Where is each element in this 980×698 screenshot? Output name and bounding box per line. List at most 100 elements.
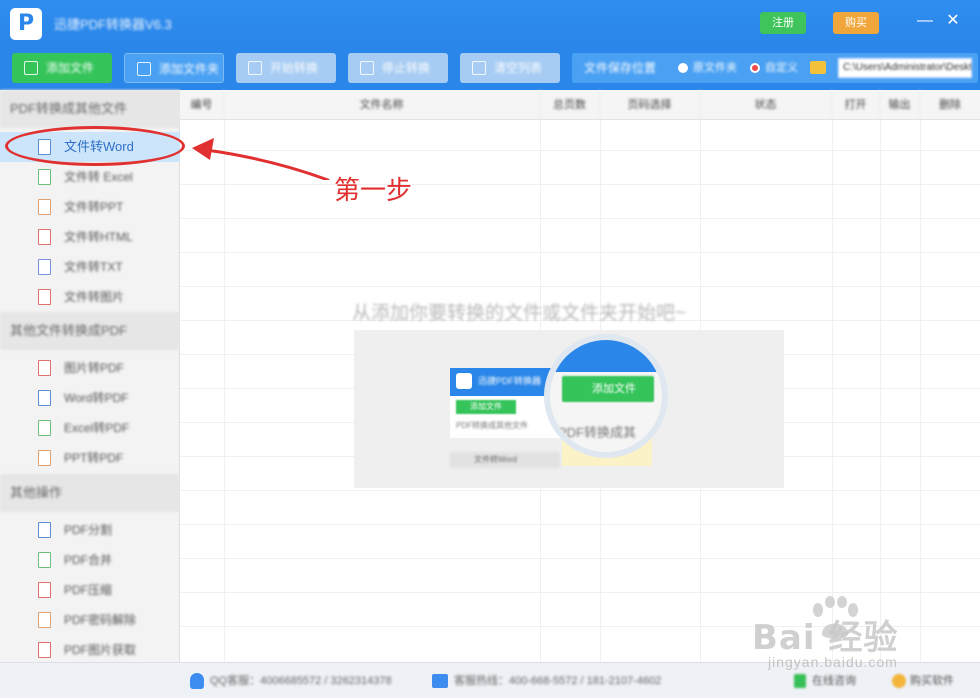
sidebar-item-file-to-html[interactable]: 文件转HTML	[0, 222, 180, 252]
sidebar-item-label: 文件转 Excel	[64, 170, 133, 184]
chat-icon	[794, 674, 806, 688]
column-header-open: 打开	[832, 90, 880, 120]
sidebar-item-label: PDF合并	[64, 553, 113, 567]
sidebar-item-ppt-to-pdf[interactable]: PPT转PDF	[0, 443, 180, 473]
sidebar-item-excel-to-pdf[interactable]: Excel转PDF	[0, 413, 180, 443]
pdf-compress-icon	[38, 582, 51, 598]
online-consult-button[interactable]: 在线咨询	[790, 670, 868, 692]
html-file-icon	[38, 229, 51, 245]
grid-line	[180, 184, 980, 185]
txt-file-icon	[38, 259, 51, 275]
add-folder-button[interactable]: 添加文件夹	[124, 53, 224, 83]
output-location-group: 文件保存位置 原文件夹 自定义 C:\Users\Administrator\D…	[572, 53, 978, 83]
radio-original-folder-label[interactable]: 原文件夹	[693, 53, 737, 83]
stop-icon	[360, 61, 374, 75]
sidebar-item-file-to-ppt[interactable]: 文件转PPT	[0, 192, 180, 222]
add-file-label: 添加文件	[46, 61, 95, 75]
sidebar-item-label: 文件转TXT	[64, 260, 123, 274]
excel-file-icon	[38, 420, 51, 436]
sidebar-item-word-to-pdf[interactable]: Word转PDF	[0, 383, 180, 413]
sidebar-item-pdf-compress[interactable]: PDF压缩	[0, 575, 180, 605]
empty-state-message: 从添加你要转换的文件或文件夹开始吧~	[352, 303, 687, 324]
file-table-header: 编号 文件名称 总页数 页码选择 状态 打开 输出 删除	[180, 90, 980, 120]
illustration-mini-button: 添加文件	[456, 400, 516, 414]
illustration-mini-row: 文件转Word	[450, 452, 560, 468]
grid-line	[180, 524, 980, 525]
pdf-merge-icon	[38, 552, 51, 568]
illustration-logo-icon	[456, 373, 472, 389]
sidebar-section-other-operations: 其他操作	[0, 474, 180, 512]
ppt-file-icon	[38, 450, 51, 466]
illustration-mini-label: PDF转换成其他文件	[456, 421, 528, 430]
sidebar-item-label: PDF密码解除	[64, 613, 137, 627]
watermark-brand: Bai 经验	[752, 618, 899, 658]
grid-line	[180, 592, 980, 593]
minimize-icon[interactable]: —	[916, 12, 934, 30]
register-button[interactable]: 注册	[760, 12, 806, 34]
toolbar: 添加文件 添加文件夹 开始转换 停止转换 清空列表 文件保存位置 原文件夹 自定…	[0, 46, 980, 90]
folder-icon[interactable]	[810, 61, 826, 74]
app-logo-letter: P	[17, 11, 35, 36]
sidebar-item-image-to-pdf[interactable]: 图片转PDF	[0, 353, 180, 383]
hotline-text: 客服热线：400-668-5572 / 181-2107-4602	[454, 675, 662, 687]
grid-line	[832, 120, 833, 662]
add-folder-icon	[137, 62, 151, 76]
radio-original-folder[interactable]	[678, 63, 688, 73]
magnifier-add-file-button: 添加文件	[562, 376, 654, 402]
column-header-pages: 总页数	[540, 90, 600, 120]
stop-convert-label: 停止转换	[382, 61, 431, 75]
sidebar-item-label: 文件转PPT	[64, 200, 124, 214]
sidebar-section-other-to-pdf: 其他文件转换成PDF	[0, 312, 180, 350]
output-location-label: 文件保存位置	[584, 61, 657, 75]
grid-line	[224, 120, 225, 662]
sidebar-section-pdf-to-other: PDF转换成其他文件	[0, 90, 180, 128]
radio-custom-folder[interactable]	[750, 63, 760, 73]
sidebar-item-label: 图片转PDF	[64, 361, 125, 375]
buy-button[interactable]: 购买	[833, 12, 879, 34]
grid-line	[180, 286, 980, 287]
play-icon	[248, 61, 262, 75]
add-file-button[interactable]: 添加文件	[12, 53, 112, 83]
close-icon[interactable]: ✕	[944, 12, 962, 30]
sidebar-item-file-to-txt[interactable]: 文件转TXT	[0, 252, 180, 282]
sidebar-item-pdf-image-extract[interactable]: PDF图片获取	[0, 635, 180, 665]
clear-list-label: 清空列表	[494, 61, 543, 75]
column-header-delete: 删除	[939, 99, 961, 111]
sidebar-item-pdf-unlock[interactable]: PDF密码解除	[0, 605, 180, 635]
sidebar-item-label: Word转PDF	[64, 391, 129, 405]
radio-custom-folder-label[interactable]: 自定义	[765, 53, 798, 83]
grid-line	[920, 120, 921, 662]
sidebar-item-pdf-merge[interactable]: PDF合并	[0, 545, 180, 575]
grid-line	[180, 558, 980, 559]
output-path-input[interactable]: C:\Users\Administrator\Desktop\	[838, 58, 972, 78]
magnifier-bar	[550, 340, 662, 372]
buy-software-label: 购买软件	[910, 675, 954, 687]
clear-list-button[interactable]: 清空列表	[460, 53, 560, 83]
start-convert-label: 开始转换	[270, 61, 319, 75]
add-folder-label: 添加文件夹	[159, 62, 220, 76]
start-convert-button[interactable]: 开始转换	[236, 53, 336, 83]
add-file-icon	[24, 61, 38, 75]
sidebar: PDF转换成其他文件 文件转Word 文件转 Excel 文件转PPT 文件转H…	[0, 90, 180, 662]
sidebar-item-label: Excel转PDF	[64, 421, 130, 435]
annotation-step-label: 第一步	[334, 176, 413, 206]
sidebar-item-label: 文件转HTML	[64, 230, 133, 244]
ppt-file-icon	[38, 199, 51, 215]
sidebar-item-file-to-excel[interactable]: 文件转 Excel	[0, 162, 180, 192]
sidebar-item-pdf-split[interactable]: PDF分割	[0, 515, 180, 545]
pdf-image-icon	[38, 642, 51, 658]
title-bar: P 迅捷PDF转换器V6.3 注册 购买 — ✕	[0, 0, 980, 46]
grid-line	[180, 218, 980, 219]
buy-software-button[interactable]: 购买软件	[888, 670, 974, 692]
magnifier-label: PDF转换成其	[558, 425, 637, 440]
sidebar-item-label: PDF分割	[64, 523, 113, 537]
magnifier-icon: 添加文件 PDF转换成其	[544, 334, 668, 458]
grid-line	[880, 120, 881, 662]
column-header-page-select: 页码选择	[600, 90, 700, 120]
annotation-ellipse	[5, 126, 185, 166]
image-file-icon	[38, 360, 51, 376]
pdf-unlock-icon	[38, 612, 51, 628]
illustration-mini-title: 迅捷PDF转换器	[478, 376, 542, 386]
sidebar-item-file-to-image[interactable]: 文件转图片	[0, 282, 180, 312]
stop-convert-button[interactable]: 停止转换	[348, 53, 448, 83]
